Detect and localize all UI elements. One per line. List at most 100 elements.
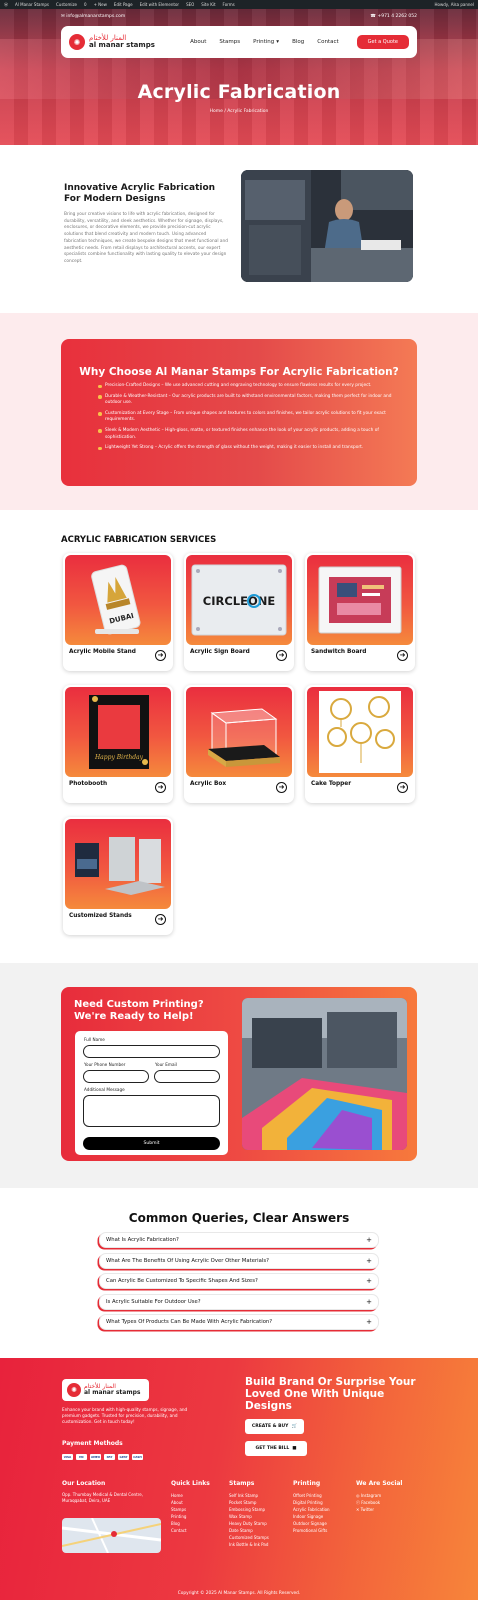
get-quote-button[interactable]: Get a Quote	[356, 35, 409, 49]
arrow-right-icon[interactable]: ➜	[155, 782, 166, 793]
nav-stamps[interactable]: Stamps	[219, 39, 240, 45]
site-logo[interactable]: ✺ المنار للأختام al manar stamps	[69, 34, 155, 50]
twitter-link[interactable]: ✕ Twitter	[356, 1506, 403, 1513]
footer-link[interactable]: Customized Stamps	[229, 1534, 269, 1541]
arrow-right-icon[interactable]: ➜	[276, 782, 287, 793]
faq-item[interactable]: Can Acrylic Be Customized To Specific Sh…	[99, 1273, 379, 1289]
footer-link[interactable]: Date Stamp	[229, 1527, 269, 1534]
service-card-acrylic-box[interactable]: Acrylic Box ➜	[184, 685, 294, 803]
arrow-right-icon[interactable]: ➜	[276, 650, 287, 661]
footer-link[interactable]: Offset Printing	[293, 1492, 330, 1499]
breadcrumb[interactable]: Home / Acrylic Fabrication	[0, 109, 478, 114]
footer-link[interactable]: Digital Printing	[293, 1499, 330, 1506]
email-text: info@almanarstamps.com	[66, 13, 126, 19]
footer-column-heading: Our Location	[62, 1480, 106, 1487]
why-point: Durable & Weather-Resistant – Our acryli…	[98, 394, 403, 407]
get-bill-button[interactable]: GET THE BILL ■	[245, 1441, 307, 1456]
faq-item[interactable]: What Is Acrylic Fabrication? +	[99, 1232, 379, 1248]
location-map[interactable]	[62, 1518, 161, 1553]
why-point-text: Customization at Every Stage – From uniq…	[105, 410, 386, 423]
footer-link[interactable]: Blog	[171, 1520, 210, 1527]
instagram-link[interactable]: ◎ Instagram	[356, 1492, 403, 1499]
footer-column-heading: Stamps	[229, 1480, 255, 1487]
email-link[interactable]: ✉ info@almanarstamps.com	[61, 14, 125, 19]
arrow-right-icon[interactable]: ➜	[155, 650, 166, 661]
arrow-right-icon[interactable]: ➜	[155, 914, 166, 925]
cart-icon: 🛒	[291, 1424, 298, 1429]
nav-blog[interactable]: Blog	[292, 39, 304, 45]
faq-item[interactable]: What Types Of Products Can Be Made With …	[99, 1314, 379, 1330]
footer-link[interactable]: Home	[171, 1492, 210, 1499]
footer-link[interactable]: Promotional Gifts	[293, 1527, 330, 1534]
arrow-right-icon[interactable]: ➜	[397, 650, 408, 661]
faq-item[interactable]: What Are The Benefits Of Using Acrylic O…	[99, 1253, 379, 1269]
why-point-text: Precision-Crafted Designs – We use advan…	[105, 383, 372, 388]
email-input[interactable]	[154, 1070, 220, 1083]
service-card-sandwich-board[interactable]: Sandwitch Board ➜	[305, 553, 415, 671]
faq-item[interactable]: Is Acrylic Suitable For Outdoor Use? +	[99, 1294, 379, 1310]
why-list: Precision-Crafted Designs – We use advan…	[98, 383, 403, 456]
cash-icon: CASH	[132, 1454, 143, 1460]
footer-link[interactable]: Indoor Signage	[293, 1513, 330, 1520]
admin-bar-item[interactable]: Forms	[223, 2, 235, 7]
create-buy-button[interactable]: CREATE & BUY 🛒	[245, 1419, 304, 1434]
admin-bar-item[interactable]: SEO	[186, 2, 194, 7]
admin-bar-item[interactable]: Customize	[56, 2, 77, 7]
mastercard-icon: MC	[76, 1454, 87, 1460]
phone-link[interactable]: ☎ +971 4 2262 052	[370, 14, 417, 19]
nav-contact[interactable]: Contact	[317, 39, 338, 45]
footer-link[interactable]: Heavy Duty Stamp	[229, 1520, 269, 1527]
footer-link[interactable]: Self Ink Stamp	[229, 1492, 269, 1499]
customized-stands-image	[65, 819, 171, 909]
footer-link[interactable]: Outdoor Signage	[293, 1520, 330, 1527]
plus-icon: +	[366, 1257, 372, 1265]
service-label: Sandwitch Board	[311, 649, 367, 655]
facebook-link[interactable]: ⓕ Facebook	[356, 1499, 403, 1506]
service-label: Acrylic Sign Board	[190, 649, 250, 655]
admin-bar-item[interactable]: Al Manar Stamps	[15, 2, 49, 7]
footer-link[interactable]: Acrylic Fabrication	[293, 1506, 330, 1513]
full-name-input[interactable]	[83, 1045, 220, 1058]
footer-link[interactable]: Contact	[171, 1527, 210, 1534]
admin-bar-user[interactable]: Howdy, Alsa pannel	[435, 2, 474, 7]
footer-link[interactable]: Stamps	[171, 1506, 210, 1513]
wordpress-icon[interactable]: Ⓦ	[4, 2, 8, 8]
footer-link[interactable]: Embossing Stamp	[229, 1506, 269, 1513]
footer-link[interactable]: Wax Stamp	[229, 1513, 269, 1520]
amex-icon: AMEX	[90, 1454, 101, 1460]
why-point: Precision-Crafted Designs – We use advan…	[98, 383, 403, 390]
admin-bar-item[interactable]: 0	[84, 2, 87, 7]
message-textarea[interactable]	[83, 1095, 220, 1127]
cake-topper-image	[307, 687, 413, 777]
footer-link[interactable]: Printing	[171, 1513, 210, 1520]
nav-printing[interactable]: Printing ▾	[253, 39, 279, 45]
footer-logo[interactable]: ✺ المنار للأختام al manar stamps	[62, 1379, 149, 1401]
message-label: Additional Message	[84, 1087, 125, 1092]
why-point-text: Lightweight Yet Strong – Acrylic offers …	[105, 445, 364, 451]
chevron-down-icon: ▾	[276, 39, 280, 45]
admin-bar-item[interactable]: Edit Page	[114, 2, 133, 7]
services-heading: ACRYLIC FABRICATION SERVICES	[61, 535, 217, 545]
footer-slogan: Build Brand Or Surprise Your Loved One W…	[245, 1376, 416, 1412]
googlepay-icon: GPAY	[118, 1454, 129, 1460]
footer-link[interactable]: Pocket Stamp	[229, 1499, 269, 1506]
service-card-photobooth[interactable]: Happy Birthday Photobooth ➜	[63, 685, 173, 803]
admin-bar-item[interactable]: + New	[94, 2, 107, 7]
stamp-logo-icon: ✺	[69, 34, 85, 50]
service-card-cake-topper[interactable]: Cake Topper ➜	[305, 685, 415, 803]
form-heading: Need Custom Printing? We're Ready to Hel…	[74, 999, 204, 1022]
admin-bar-item[interactable]: Site Kit	[201, 2, 215, 7]
phone-input[interactable]	[83, 1070, 149, 1083]
hero-section: ✉ info@almanarstamps.com ☎ +971 4 2262 0…	[0, 9, 478, 145]
service-card-customized-stands[interactable]: Customized Stands ➜	[63, 817, 173, 935]
service-label: Acrylic Box	[190, 781, 227, 787]
service-card-sign-board[interactable]: CIRCLEONE Acrylic Sign Board ➜	[184, 553, 294, 671]
footer-link[interactable]: Ink Bottle & Ink Pad	[229, 1541, 269, 1548]
arrow-right-icon[interactable]: ➜	[397, 782, 408, 793]
printing-technician-photo	[241, 170, 413, 282]
footer-link[interactable]: About	[171, 1499, 210, 1506]
service-card-mobile-stand[interactable]: DUBAI Acrylic Mobile Stand ➜	[63, 553, 173, 671]
admin-bar-item[interactable]: Edit with Elementor	[140, 2, 179, 7]
submit-button[interactable]: Submit	[83, 1137, 220, 1150]
nav-about[interactable]: About	[190, 39, 206, 45]
